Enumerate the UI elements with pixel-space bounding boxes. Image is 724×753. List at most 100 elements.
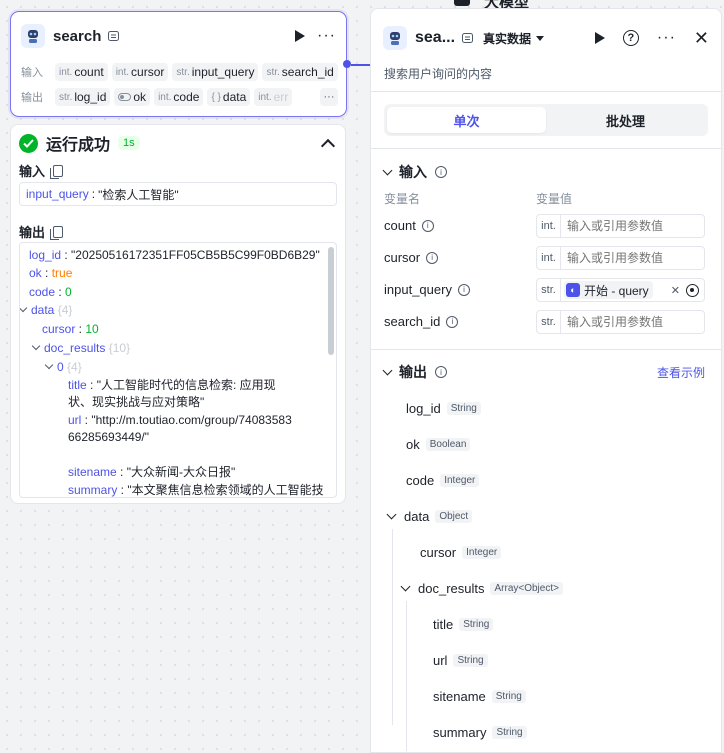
search-id-input[interactable] [561, 315, 704, 329]
remove-reference-icon[interactable]: ✕ [671, 284, 680, 297]
info-icon[interactable]: i [446, 315, 459, 328]
data-source-label: 真实数据 [483, 31, 532, 46]
var-name-label: search_id [384, 314, 441, 329]
copy-output-icon[interactable] [50, 225, 64, 240]
output-field-data[interactable]: data Object [386, 509, 473, 524]
copy-input-icon[interactable] [50, 164, 64, 179]
divider [371, 91, 721, 92]
cursor-input[interactable] [561, 251, 704, 265]
var-name-count: count i [384, 218, 434, 233]
more-options-icon[interactable]: ··· [317, 28, 336, 44]
col-var-name: 变量名 [384, 192, 421, 206]
json-line: ok : true [29, 266, 73, 280]
info-icon[interactable]: i [435, 366, 447, 378]
plugin-logo-icon [383, 26, 407, 50]
output-field-summary: summary String [433, 725, 527, 740]
reference-tag[interactable]: ◐ 开始 - query [564, 281, 653, 299]
chevron-down-icon[interactable] [386, 509, 397, 520]
node-outputs-row: 输出 str. log_id ok int. code { } data int. er… [21, 87, 338, 107]
output-field-doc-results[interactable]: doc_results Array<Object> [400, 581, 563, 596]
chevron-down-icon[interactable] [382, 365, 393, 375]
close-icon[interactable]: ✕ [694, 29, 709, 47]
json-line: code : 0 [29, 285, 72, 299]
result-output-json[interactable]: log_id : "20250516172351FF05CB5B5C99F0BD… [19, 242, 337, 498]
var-name-label: cursor [384, 250, 421, 265]
var-type: str. [537, 311, 561, 333]
divider [371, 349, 721, 350]
var-field-input-query[interactable]: str. ◐ 开始 - query ✕ [536, 278, 705, 302]
info-icon[interactable]: i [435, 166, 447, 178]
input-section-title: 输入 [399, 164, 427, 180]
run-result-card: 运行成功 1s 输入 input_query : "检索人工智能" 输出 log… [10, 124, 346, 504]
collapse-chevron-icon[interactable] [320, 138, 336, 154]
info-icon[interactable]: i [457, 283, 470, 296]
output-port[interactable] [343, 60, 351, 68]
output-field-code: code Integer [406, 473, 480, 488]
result-output-label: 输出 [19, 225, 46, 240]
run-mode-tabs: 单次 批处理 [384, 104, 708, 136]
result-output-heading: 输出 [19, 222, 64, 241]
plugin-tag-icon [461, 33, 473, 44]
var-type: int. [537, 215, 561, 237]
output-field-cursor: cursor Integer [420, 545, 502, 560]
node-input-chip: str. search_id [262, 63, 338, 81]
view-example-link[interactable]: 查看示例 [657, 364, 705, 381]
node-input-chip: str. input_query [172, 63, 259, 81]
reference-variable-icon[interactable] [686, 283, 699, 297]
count-input[interactable] [561, 219, 704, 233]
expand-chevron-icon[interactable] [44, 360, 54, 370]
output-section-title: 输出 [399, 364, 427, 380]
json-line: url : "http://m.toutiao.com/group/740835… [68, 413, 292, 444]
result-input-box: input_query : "检索人工智能" [19, 182, 337, 206]
output-field-log-id: log_id String [406, 401, 481, 416]
background-node[interactable]: 大模型 [450, 0, 570, 11]
success-check-icon [19, 133, 38, 153]
output-scrollbar[interactable] [328, 247, 334, 355]
chevron-down-icon[interactable] [400, 581, 411, 592]
var-name-label: input_query [384, 282, 452, 297]
result-input-label: 输入 [19, 164, 46, 179]
output-field-url: url String [433, 653, 488, 668]
node-output-chip: { } data [207, 88, 251, 106]
search-node-card[interactable]: search ··· 输入 int. count int. cursor str. i… [10, 11, 347, 117]
node-output-label: 输出 [21, 92, 43, 104]
json-line[interactable]: doc_results {10} [31, 339, 130, 357]
tree-guide-line [406, 601, 407, 751]
node-output-chip: int. code [154, 88, 204, 106]
json-line: log_id : "20250516172351FF05CB5B5C99F0BD… [29, 248, 320, 262]
input-value: "检索人工智能" [98, 187, 179, 202]
node-output-chip: str. log_id [55, 88, 111, 106]
start-node-icon: ◐ [566, 283, 580, 297]
background-node-logo [454, 0, 470, 6]
input-section-header[interactable]: 输入 i [382, 162, 447, 182]
run-panel-icon[interactable] [594, 32, 605, 44]
output-section-header[interactable]: 输出 i [382, 362, 447, 382]
var-field-count[interactable]: int. [536, 214, 705, 238]
col-var-value: 变量值 [536, 192, 573, 206]
tab-batch[interactable]: 批处理 [546, 107, 705, 133]
var-name-input-query: input_query i [384, 282, 470, 297]
info-icon[interactable]: i [426, 251, 439, 264]
more-options-icon[interactable]: ··· [657, 30, 676, 46]
tab-single[interactable]: 单次 [387, 107, 546, 133]
var-field-search-id[interactable]: str. [536, 310, 705, 334]
help-icon[interactable]: ? [622, 30, 639, 46]
info-icon[interactable]: i [421, 219, 434, 232]
json-line: summary : "本文聚焦信息检索领域的人工智能技 [68, 483, 324, 497]
expand-chevron-icon[interactable] [20, 303, 28, 313]
data-source-dropdown[interactable]: 真实数据 [483, 30, 545, 47]
json-line: title : "人工智能时代的信息检索: 应用现状、现实挑战与应对策略" [68, 378, 276, 409]
chevron-down-icon[interactable] [382, 165, 393, 175]
json-line[interactable]: data {4} [20, 301, 72, 319]
divider [371, 148, 721, 149]
input-key: input_query [26, 187, 89, 201]
run-node-icon[interactable] [295, 30, 306, 42]
caret-down-icon [536, 35, 545, 41]
expand-chevron-icon[interactable] [31, 341, 41, 351]
more-outputs-button[interactable]: ··· [320, 88, 338, 106]
node-output-chip: int. err [254, 88, 293, 106]
run-time-badge: 1s [118, 136, 140, 150]
var-field-cursor[interactable]: int. [536, 246, 705, 270]
result-input-heading: 输入 [19, 161, 64, 180]
json-line[interactable]: 0 {4} [44, 358, 82, 376]
